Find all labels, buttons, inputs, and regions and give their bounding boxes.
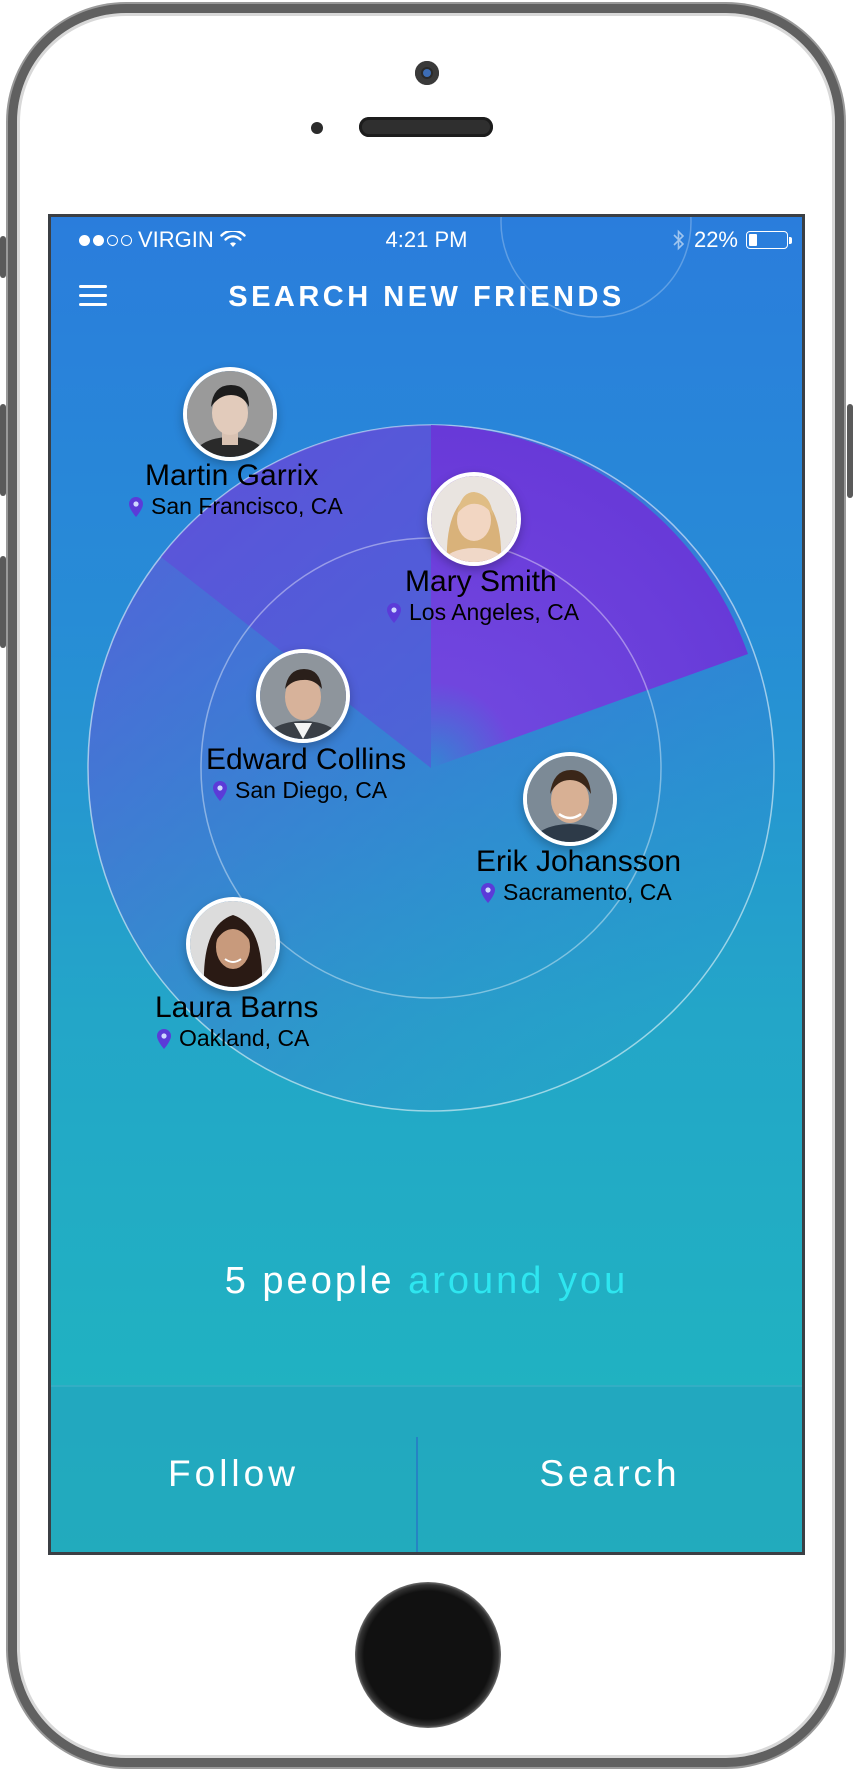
location-pin-icon — [213, 780, 227, 801]
location-text: San Francisco, CA — [151, 493, 343, 519]
app-screen: VIRGIN 4:21 PM 22% SEARCH NEW FRIENDS Ma… — [48, 214, 805, 1555]
person-location: San Diego, CA — [213, 777, 387, 804]
avatar[interactable] — [186, 897, 280, 991]
avatar[interactable] — [427, 472, 521, 566]
person-name: Erik Johansson — [476, 845, 682, 878]
avatar[interactable] — [523, 752, 617, 846]
person-name: Mary Smith — [405, 565, 557, 598]
person-name: Edward Collins — [206, 743, 407, 776]
volume-down-button — [0, 556, 6, 648]
power-button — [847, 404, 853, 498]
volume-up-button — [0, 404, 6, 496]
person-location: San Francisco, CA — [129, 493, 343, 520]
bottom-action-bar: Follow Search — [51, 1385, 802, 1552]
follow-button[interactable]: Follow — [51, 1387, 416, 1552]
person-name: Laura Barns — [155, 991, 319, 1024]
home-button[interactable] — [355, 1582, 501, 1728]
search-button[interactable]: Search — [418, 1387, 802, 1552]
count-word: people — [262, 1260, 395, 1302]
mute-switch — [0, 236, 6, 278]
location-text: San Diego, CA — [235, 777, 388, 803]
avatar[interactable] — [183, 367, 277, 461]
front-camera — [415, 61, 439, 85]
location-pin-icon — [129, 496, 143, 517]
location-text: Oakland, CA — [179, 1025, 310, 1051]
person-location: Los Angeles, CA — [387, 599, 579, 626]
header: SEARCH NEW FRIENDS — [51, 257, 802, 327]
location-text: Los Angeles, CA — [409, 599, 580, 625]
person-location: Oakland, CA — [157, 1025, 309, 1052]
status-right: 22% — [672, 227, 792, 253]
page-title: SEARCH NEW FRIENDS — [228, 281, 625, 313]
bluetooth-icon — [673, 229, 685, 251]
battery-percent: 22% — [693, 227, 738, 252]
battery-fill — [749, 234, 757, 246]
earpiece-speaker — [359, 117, 493, 137]
status-bar: VIRGIN 4:21 PM 22% — [51, 217, 802, 257]
location-pin-icon — [157, 1028, 171, 1049]
proximity-sensor — [311, 122, 323, 134]
count-number: 5 — [224, 1260, 249, 1302]
location-text: Sacramento, CA — [503, 879, 672, 905]
count-highlight: around you — [408, 1260, 629, 1302]
battery-icon — [746, 231, 792, 249]
people-count: 5 people around you — [51, 1260, 802, 1303]
person-location: Sacramento, CA — [481, 879, 672, 906]
person-name: Martin Garrix — [145, 459, 319, 492]
location-pin-icon — [387, 602, 401, 623]
location-pin-icon — [481, 882, 495, 903]
radar-graphic — [87, 217, 775, 1112]
avatar[interactable] — [256, 649, 350, 743]
